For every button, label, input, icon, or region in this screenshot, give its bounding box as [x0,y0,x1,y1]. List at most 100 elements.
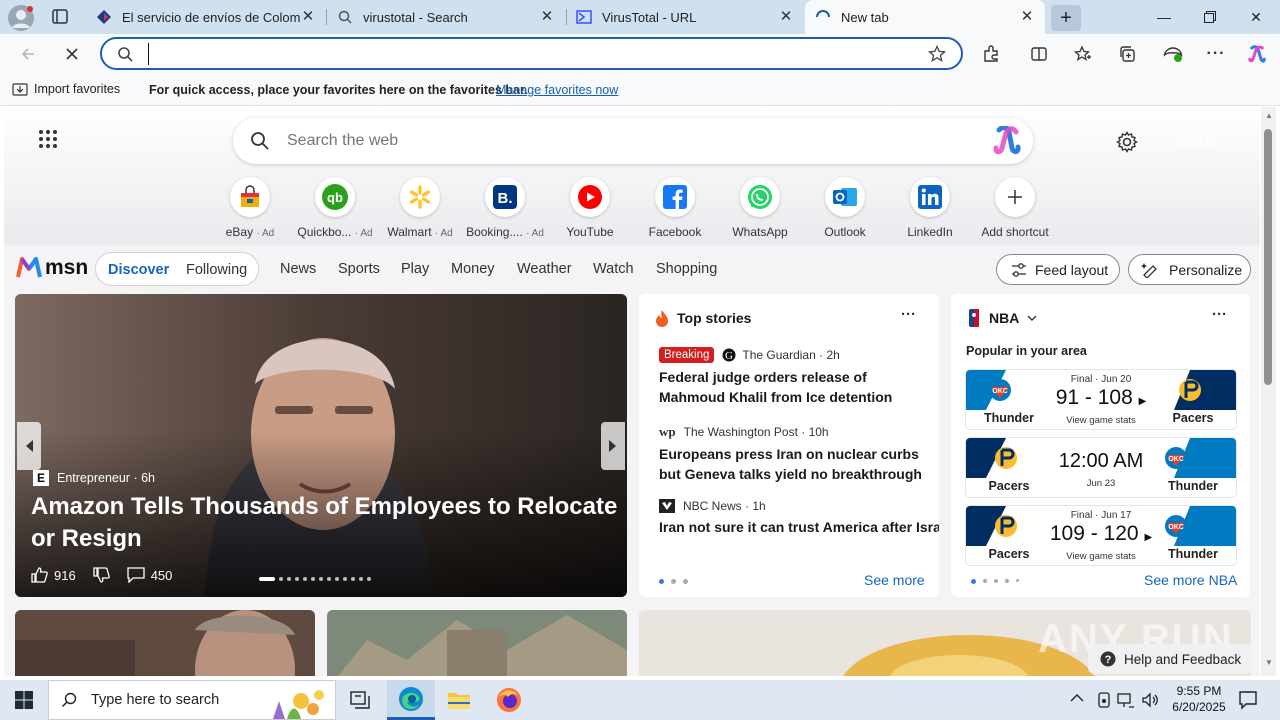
tab-following[interactable]: Following [186,262,247,278]
feed-card[interactable] [15,610,315,676]
defender-icon[interactable] [1096,691,1112,709]
nav-watch[interactable]: Watch [593,261,634,277]
sign-in-link[interactable]: Sign in [1174,133,1217,149]
taskbar-firefox[interactable] [485,680,533,720]
story-item[interactable]: Breaking G The Guardian · 2h Federal jud… [659,347,923,407]
split-screen-icon[interactable] [1023,38,1055,70]
game-card[interactable]: Pacers 12:00 AM Jun 23 OKC Thunder [966,438,1236,497]
tab-virustotal-url[interactable]: VirusTotal - URL ✕ [566,0,804,34]
shortcut-facebook[interactable]: Facebook [633,177,717,239]
start-button[interactable] [0,680,48,720]
restore-button[interactable] [1187,0,1233,34]
team-name: Pacers [988,479,1030,493]
folder-icon [448,693,470,709]
taskbar-file-explorer[interactable] [435,680,483,720]
carousel-next-button[interactable] [601,422,625,470]
shortcut-walmart[interactable]: Walmart · Ad [378,177,462,239]
thumbs-up-icon[interactable] [31,567,49,583]
new-tab-button[interactable]: + [1051,5,1081,31]
game-card[interactable]: OKC Thunder Final · Jun 20 91 - 108 ▶ Vi… [966,370,1236,429]
comment-icon[interactable] [127,567,145,583]
nav-news[interactable]: News [280,261,316,277]
address-bar[interactable] [100,37,963,70]
tray-overflow-icon[interactable] [1070,692,1084,702]
shortcut-add[interactable]: Add shortcut [973,177,1057,239]
shortcut-outlook[interactable]: Outlook [803,177,887,239]
hero-carousel[interactable]: E Entrepreneur · 6h Amazon Tells Thousan… [15,294,627,597]
volume-icon[interactable] [1141,691,1159,709]
extensions-icon[interactable] [975,38,1007,70]
nav-play[interactable]: Play [401,261,429,277]
popular-label: Popular in your area [966,344,1087,358]
nav-sports[interactable]: Sports [338,261,380,277]
browser-essentials-icon[interactable] [1157,38,1189,70]
close-icon[interactable]: ✕ [1019,9,1035,25]
msn-logo[interactable]: msn [16,255,88,281]
web-search-box[interactable] [233,118,1033,164]
nba-header[interactable]: NBA [969,309,1037,327]
manage-favorites-link[interactable]: Manage favorites now [496,83,618,97]
shortcut-whatsapp[interactable]: WhatsApp [718,177,802,239]
hero-title[interactable]: Amazon Tells Thousands of Employees to R… [31,491,621,555]
see-more-link[interactable]: See more [864,572,925,588]
carousel-prev-button[interactable] [17,422,41,470]
game-stats-link[interactable]: View game stats [1052,415,1150,426]
notifications-icon[interactable] [1238,690,1258,710]
scrollbar-thumb[interactable] [1264,129,1272,385]
copilot-icon[interactable] [1241,38,1273,70]
address-input[interactable] [148,43,908,65]
story-item[interactable]: wp The Washington Post · 10h Europeans p… [659,424,923,484]
page-scrollbar[interactable]: ▲ ▼ [1261,107,1276,676]
feed-card[interactable] [327,610,627,676]
close-icon[interactable]: ✕ [300,9,316,25]
pagination-dots [659,579,688,584]
import-favorites-button[interactable]: Import favorites [12,82,120,96]
copilot-icon[interactable] [991,126,1023,156]
more-menu-icon[interactable]: ··· [1200,38,1232,70]
stop-loading-button[interactable] [56,38,88,70]
apps-launcher-icon[interactable] [38,129,58,149]
game-stats-link[interactable]: View game stats [1052,551,1150,562]
top-stories-more-icon[interactable]: ··· [901,306,916,323]
network-icon[interactable] [1117,691,1135,709]
web-search-input[interactable] [287,130,967,152]
shortcut-quickbooks[interactable]: qb Quickbo... · Ad [293,177,377,239]
favorites-icon[interactable] [1067,38,1099,70]
game-card[interactable]: Pacers Final · Jun 17 109 - 120 ▶ View g… [966,506,1236,565]
thumbs-down-icon[interactable] [93,567,111,583]
story-item[interactable]: NBC News · 1h Iran not sure it can trust… [659,499,939,537]
nav-money[interactable]: Money [451,261,495,277]
tab-colombia[interactable]: El servicio de envíos de Colombia ✕ [86,0,326,34]
taskbar-clock[interactable]: 9:55 PM 6/20/2025 [1163,683,1235,715]
shortcut-youtube[interactable]: YouTube [548,177,632,239]
close-icon[interactable]: ✕ [539,9,555,25]
tab-discover[interactable]: Discover [108,262,169,278]
shortcut-ebay[interactable]: eBay · Ad [208,177,292,239]
settings-gear-icon[interactable] [1116,131,1138,153]
nav-shopping[interactable]: Shopping [656,261,717,277]
star-icon[interactable] [928,45,946,63]
nav-weather[interactable]: Weather [517,261,572,277]
tab-actions-icon[interactable] [50,8,70,26]
task-view-button[interactable] [340,680,380,720]
tab-new-tab[interactable]: New tab ✕ [805,0,1045,34]
close-icon[interactable]: ✕ [778,9,794,25]
taskbar-search-box[interactable]: Type here to search [48,680,336,720]
see-more-nba-link[interactable]: See more NBA [1144,572,1237,588]
shortcut-label: Booking.... [466,225,523,239]
shortcut-booking[interactable]: B. Booking.... · Ad [463,177,547,239]
profile-avatar[interactable] [8,5,34,31]
top-stories-card: Top stories ··· Breaking G The Guardian … [639,294,939,597]
tab-virustotal-search[interactable]: virustotal - Search ✕ [327,0,565,34]
window-close-button[interactable]: ✕ [1233,0,1279,34]
minimize-button[interactable]: — [1141,0,1187,34]
shortcut-linkedin[interactable]: LinkedIn [888,177,972,239]
back-button[interactable] [12,38,44,70]
feed-layout-button[interactable]: Feed layout [996,254,1120,285]
nba-more-icon[interactable]: ··· [1212,306,1227,323]
personalize-button[interactable]: Personalize [1128,254,1251,285]
taskbar-edge[interactable] [387,680,435,720]
help-feedback-button[interactable]: ? Help and Feedback [1088,644,1252,674]
collections-icon[interactable] [1112,38,1144,70]
import-icon [12,82,28,96]
